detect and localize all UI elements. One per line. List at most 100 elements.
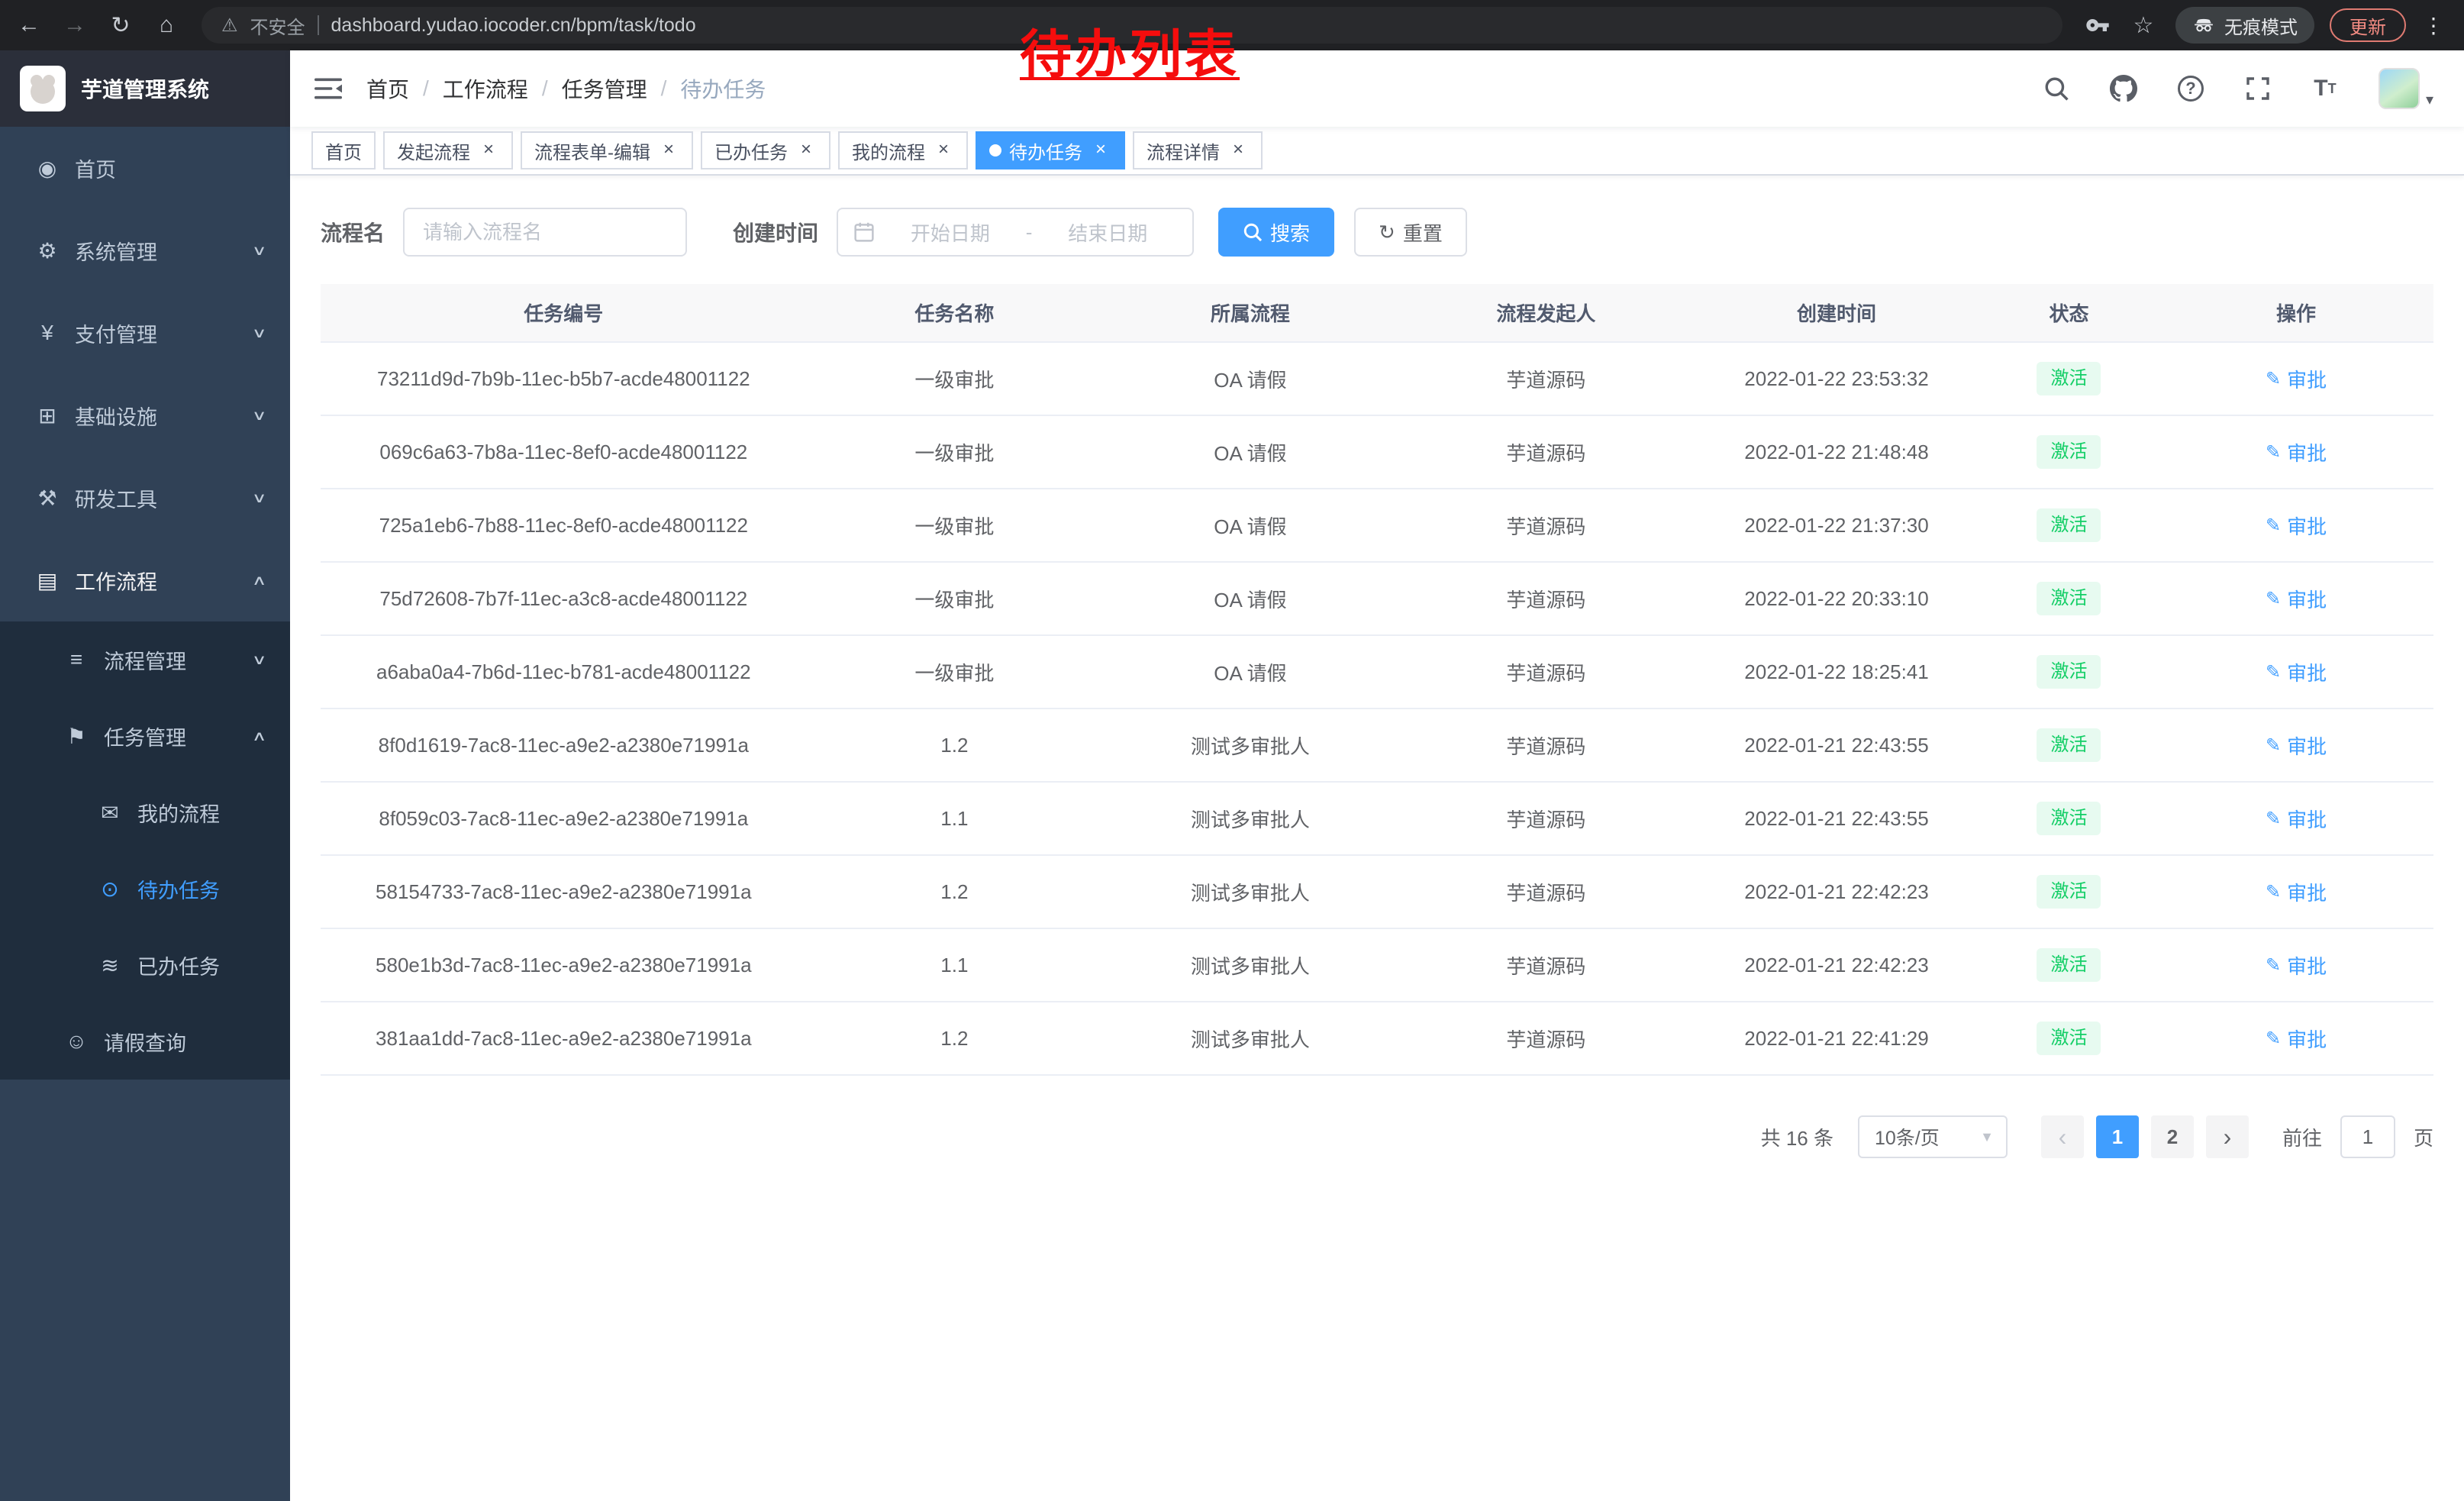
cell-initiator: 芋道源码 <box>1398 342 1695 415</box>
sidebar-item-process-management[interactable]: ≡流程管理∨ <box>0 621 290 698</box>
edit-icon: ✎ <box>2266 368 2281 390</box>
approve-link[interactable]: ✎审批 <box>2266 438 2327 466</box>
breadcrumb-separator: / <box>661 76 667 101</box>
breadcrumb-item: 待办任务 <box>680 73 766 104</box>
tab-close-icon[interactable]: × <box>658 140 679 161</box>
tab-home[interactable]: 首页 <box>311 131 376 169</box>
incognito-profile-chip[interactable]: 无痕模式 <box>2175 7 2314 44</box>
prev-page-button[interactable]: ‹ <box>2041 1115 2084 1158</box>
breadcrumb-item[interactable]: 工作流程 <box>443 73 528 104</box>
cell-task-name: 1.1 <box>807 928 1103 1002</box>
table-row: 069c6a63-7b8a-11ec-8ef0-acde48001122一级审批… <box>321 415 2433 489</box>
table-row: 8f059c03-7ac8-11ec-a9e2-a2380e71991a1.1测… <box>321 782 2433 855</box>
table-row: 73211d9d-7b9b-11ec-b5b7-acde48001122一级审批… <box>321 342 2433 415</box>
breadcrumb-item[interactable]: 首页 <box>366 73 409 104</box>
github-icon[interactable] <box>2110 73 2137 104</box>
browser-forward-button[interactable]: → <box>52 5 98 45</box>
address-bar[interactable]: ⚠ 不安全 dashboard.yudao.iocoder.cn/bpm/tas… <box>202 7 2062 44</box>
page-size-select[interactable]: 10条/页 ▼ <box>1858 1115 2008 1158</box>
person-icon: ☺ <box>61 1029 92 1054</box>
main-area: 首页/工作流程/任务管理/待办任务 ? TT ▾ 首页发起 <box>290 50 2464 1501</box>
goto-suffix: 页 <box>2414 1123 2433 1151</box>
next-page-button[interactable]: › <box>2206 1115 2249 1158</box>
approve-link[interactable]: ✎审批 <box>2266 951 2327 980</box>
cell-action: ✎审批 <box>2159 342 2433 415</box>
tab-process-form-edit[interactable]: 流程表单-编辑× <box>521 131 693 169</box>
approve-link[interactable]: ✎审批 <box>2266 731 2327 760</box>
sidebar-item-infrastructure[interactable]: ⊞基础设施∨ <box>0 374 290 457</box>
approve-link[interactable]: ✎审批 <box>2266 512 2327 540</box>
sidebar-item-payment-management[interactable]: ¥支付管理∨ <box>0 292 290 374</box>
sidebar-item-leave-query[interactable]: ☺请假查询 <box>0 1003 290 1080</box>
password-key-icon[interactable] <box>2075 5 2121 45</box>
browser-menu-icon[interactable]: ⋮ <box>2418 13 2449 38</box>
browser-home-button[interactable]: ⌂ <box>144 5 189 45</box>
tab-done-tasks[interactable]: 已办任务× <box>701 131 830 169</box>
sidebar-item-label: 工作流程 <box>75 566 157 596</box>
url-text: dashboard.yudao.iocoder.cn/bpm/task/todo <box>331 15 696 37</box>
filter-form: 流程名 创建时间 开始日期 - 结束日期 搜索 ↻ 重置 <box>321 208 2433 257</box>
status-badge: 激活 <box>2037 655 2101 689</box>
submenu-workflow: ≡流程管理∨⚑任务管理∧✉我的流程⊙待办任务≋已办任务☺请假查询 <box>0 621 290 1080</box>
sidebar-item-my-process[interactable]: ✉我的流程 <box>0 774 290 851</box>
sidebar-item-dev-tools[interactable]: ⚒研发工具∨ <box>0 457 290 539</box>
tab-start-process[interactable]: 发起流程× <box>383 131 513 169</box>
breadcrumb-item[interactable]: 任务管理 <box>562 73 647 104</box>
sidebar-item-system-management[interactable]: ⚙系统管理∨ <box>0 209 290 292</box>
font-size-icon[interactable]: TT <box>2311 73 2339 104</box>
help-icon[interactable]: ? <box>2177 73 2204 104</box>
bookmark-star-icon[interactable]: ☆ <box>2121 5 2166 45</box>
sidebar-toggle-button[interactable] <box>290 50 366 127</box>
goto-label: 前往 <box>2282 1123 2322 1151</box>
cell-action: ✎审批 <box>2159 1002 2433 1075</box>
tab-close-icon[interactable]: × <box>933 140 954 161</box>
browser-update-button[interactable]: 更新 <box>2330 8 2406 42</box>
sidebar-item-todo-tasks[interactable]: ⊙待办任务 <box>0 851 290 927</box>
top-navbar: 首页/工作流程/任务管理/待办任务 ? TT ▾ <box>290 50 2464 127</box>
page-button-2[interactable]: 2 <box>2151 1115 2194 1158</box>
sidebar-item-workflow[interactable]: ▤工作流程∧ <box>0 539 290 621</box>
cell-action: ✎审批 <box>2159 562 2433 635</box>
approve-link[interactable]: ✎审批 <box>2266 1025 2327 1053</box>
process-name-input[interactable] <box>403 208 687 257</box>
approve-link[interactable]: ✎审批 <box>2266 658 2327 686</box>
tab-process-detail[interactable]: 流程详情× <box>1133 131 1263 169</box>
search-icon[interactable] <box>2043 73 2070 104</box>
table-body: 73211d9d-7b9b-11ec-b5b7-acde48001122一级审批… <box>321 342 2433 1075</box>
page-button-1[interactable]: 1 <box>2096 1115 2139 1158</box>
user-avatar[interactable]: ▾ <box>2379 68 2433 109</box>
tab-todo-tasks[interactable]: 待办任务× <box>976 131 1125 169</box>
approve-link[interactable]: ✎审批 <box>2266 365 2327 393</box>
cell-process-name: OA 请假 <box>1102 342 1398 415</box>
browser-back-button[interactable]: ← <box>6 5 52 45</box>
table-header-row: 任务编号任务名称所属流程流程发起人创建时间状态操作 <box>321 284 2433 342</box>
chevron-down-icon: ∨ <box>252 325 267 341</box>
tab-my-process[interactable]: 我的流程× <box>838 131 968 169</box>
app-frame: 芋道管理系统 ◉首页⚙系统管理∨¥支付管理∨⊞基础设施∨⚒研发工具∨▤工作流程∧… <box>0 50 2464 1501</box>
breadcrumb-separator: / <box>542 76 548 101</box>
browser-reload-button[interactable]: ↻ <box>98 5 144 45</box>
fullscreen-icon[interactable] <box>2244 73 2272 104</box>
tab-close-icon[interactable]: × <box>478 140 499 161</box>
search-button[interactable]: 搜索 <box>1218 208 1334 257</box>
cell-task-id: 8f0d1619-7ac8-11ec-a9e2-a2380e71991a <box>321 709 807 782</box>
approve-link[interactable]: ✎审批 <box>2266 878 2327 906</box>
column-header: 所属流程 <box>1102 284 1398 342</box>
cell-created-time: 2022-01-22 23:53:32 <box>1694 342 1979 415</box>
cell-initiator: 芋道源码 <box>1398 782 1695 855</box>
approve-link[interactable]: ✎审批 <box>2266 805 2327 833</box>
goto-page-input[interactable] <box>2340 1115 2395 1158</box>
chat-icon: ✉ <box>95 800 125 825</box>
sidebar-item-home[interactable]: ◉首页 <box>0 127 290 209</box>
sidebar-item-task-management[interactable]: ⚑任务管理∧ <box>0 698 290 774</box>
approve-link[interactable]: ✎审批 <box>2266 585 2327 613</box>
tab-close-icon[interactable]: × <box>1227 140 1249 161</box>
table-row: 725a1eb6-7b88-11ec-8ef0-acde48001122一级审批… <box>321 489 2433 562</box>
app-logo[interactable]: 芋道管理系统 <box>0 50 290 127</box>
reset-button[interactable]: ↻ 重置 <box>1354 208 1467 257</box>
sidebar-item-done-tasks[interactable]: ≋已办任务 <box>0 927 290 1003</box>
tab-close-icon[interactable]: × <box>1090 140 1111 161</box>
tab-close-icon[interactable]: × <box>795 140 817 161</box>
create-time-label: 创建时间 <box>733 217 818 247</box>
create-time-range-picker[interactable]: 开始日期 - 结束日期 <box>837 208 1194 257</box>
